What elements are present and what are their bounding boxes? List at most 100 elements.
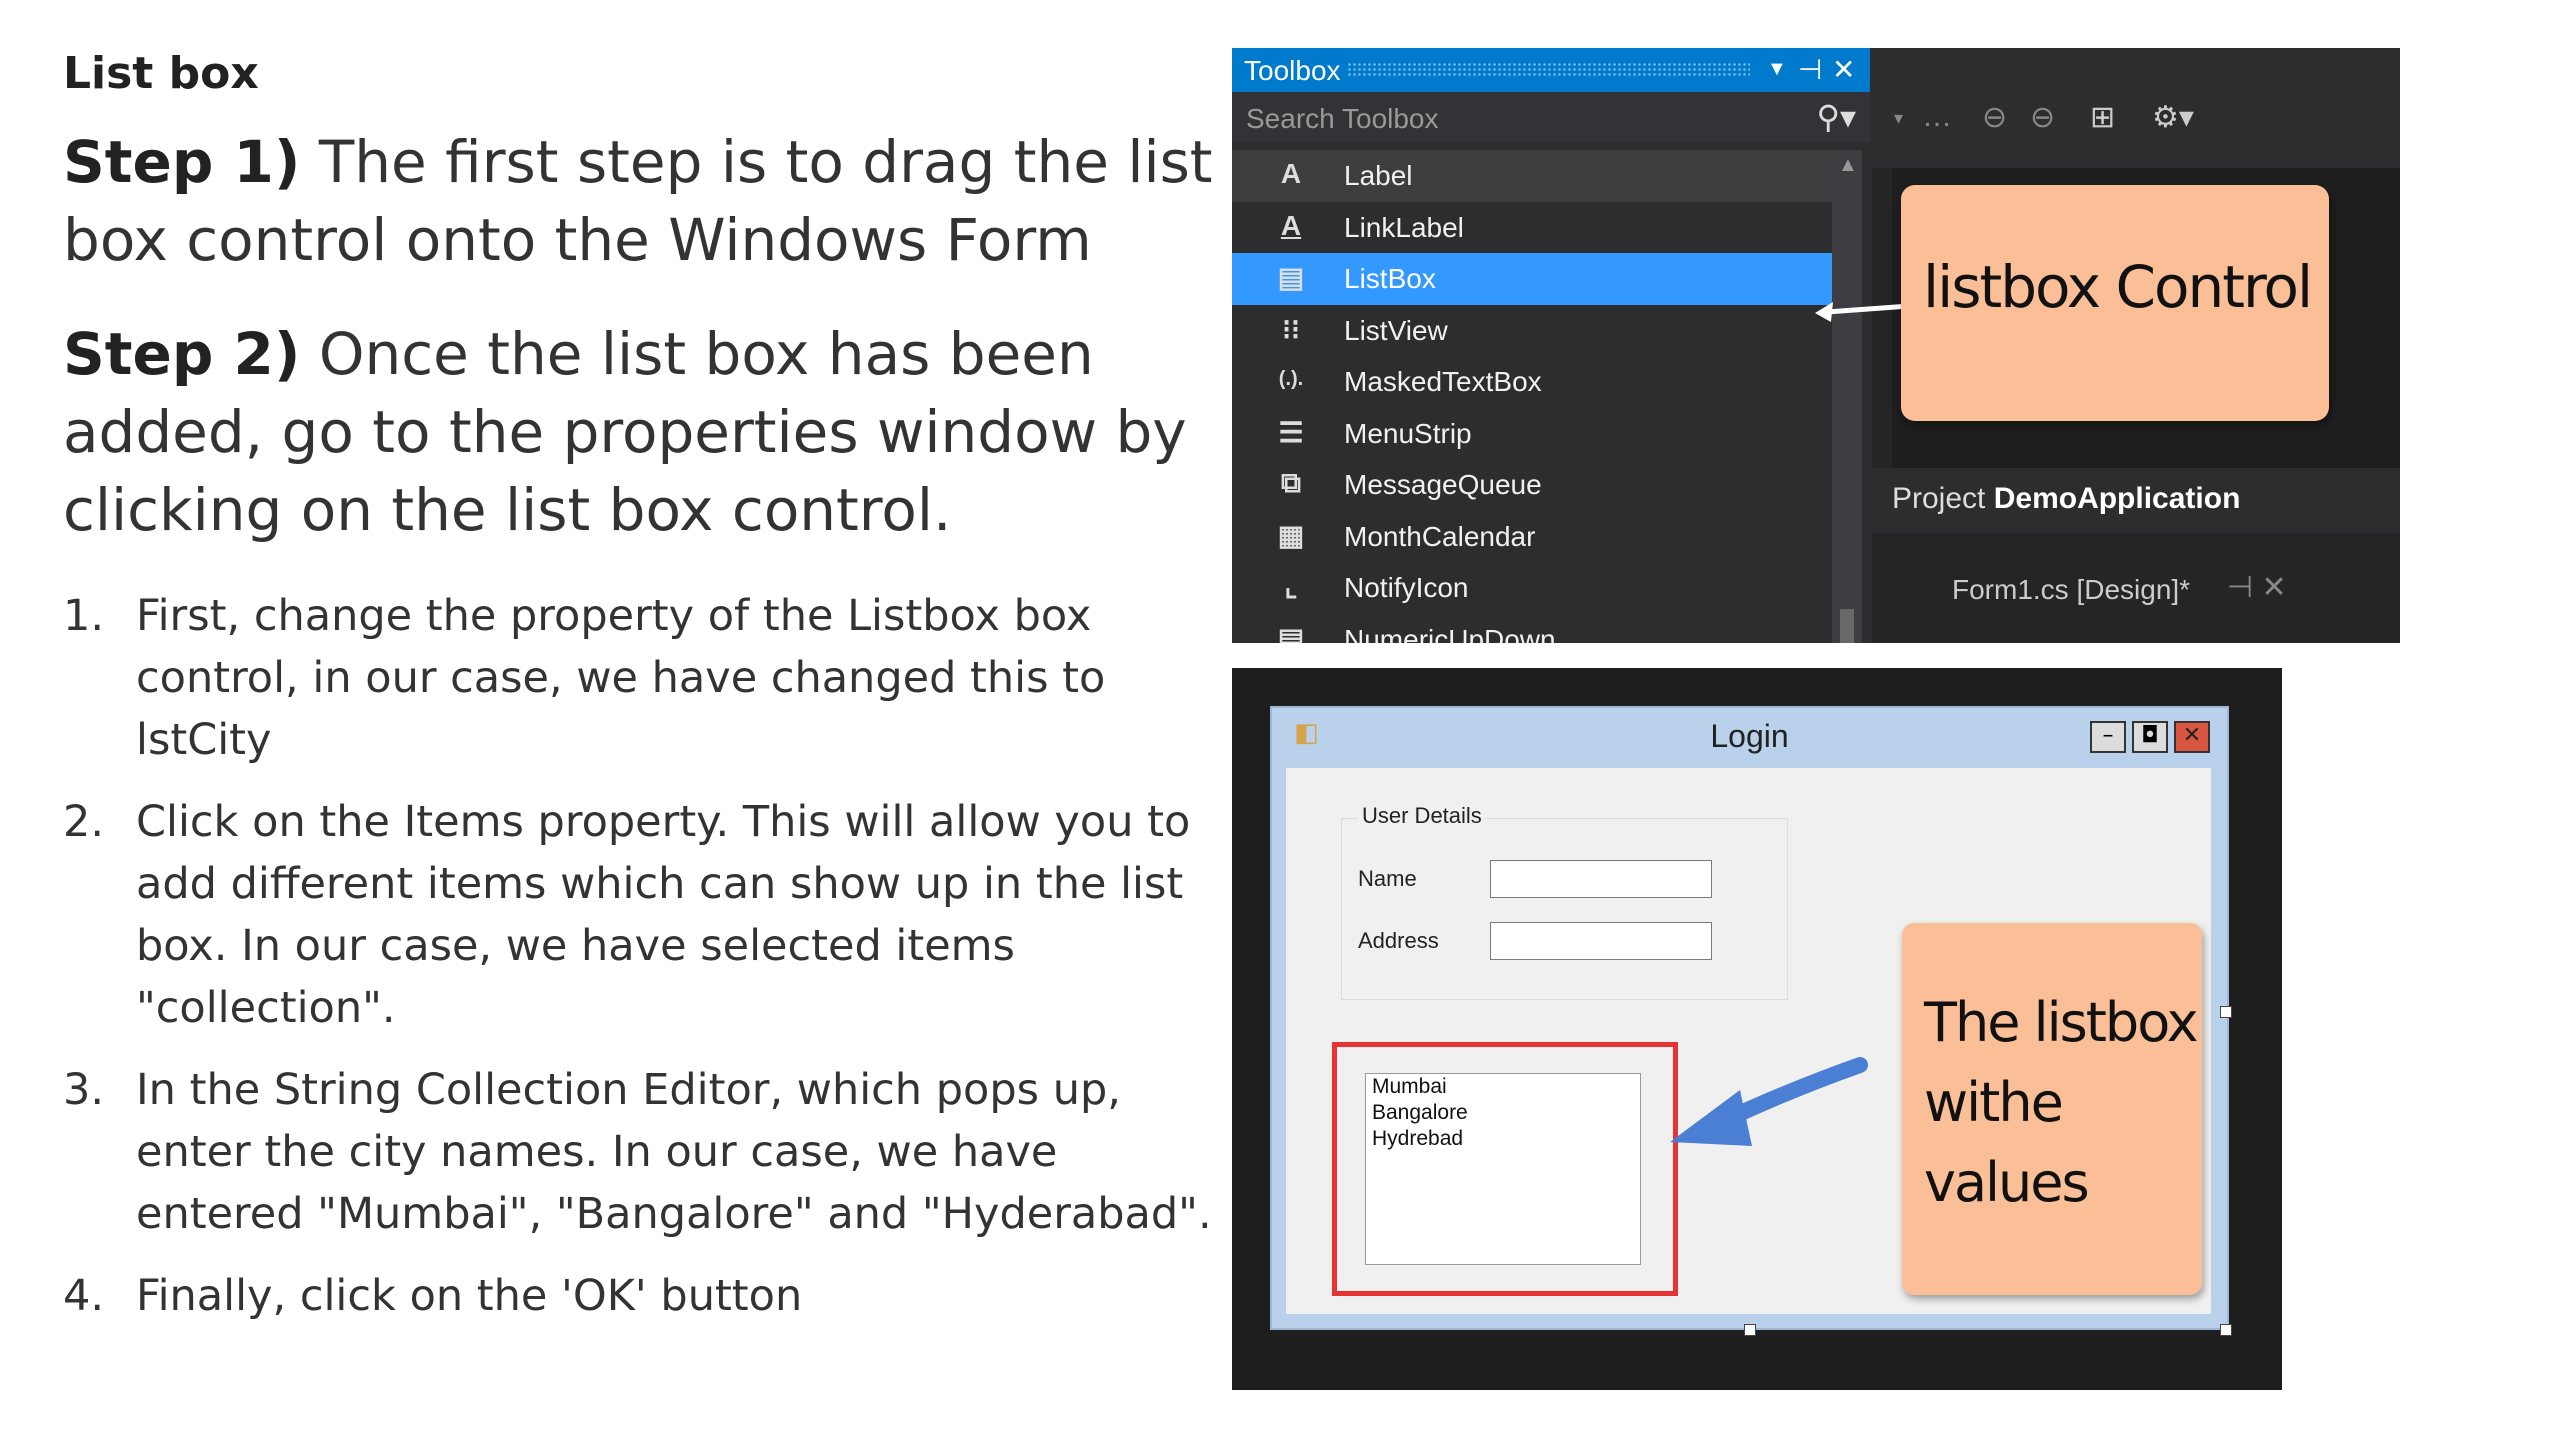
- callout-line: values: [1924, 1151, 2090, 1214]
- notifyicon-icon: ⌞: [1284, 571, 1298, 602]
- listbox-item[interactable]: Mumbai: [1372, 1074, 1634, 1100]
- toolbox-item-text: ListBox: [1344, 263, 1436, 294]
- dropdown-icon[interactable]: ▾: [1894, 108, 1903, 129]
- scroll-thumb[interactable]: [1840, 609, 1854, 643]
- toolbox-item-listview[interactable]: ⁝⁝ ListView: [1232, 305, 1842, 357]
- menustrip-icon: ☰: [1278, 416, 1304, 448]
- project-prefix: Project: [1892, 482, 1994, 515]
- gear-icon[interactable]: ⚙▾: [2152, 100, 2194, 135]
- tab-label[interactable]: Form1.cs [Design]*: [1952, 574, 2190, 606]
- forward-icon[interactable]: ⊖: [2030, 100, 2055, 135]
- label-icon: A: [1280, 158, 1302, 189]
- step-2-label: Step 2): [63, 320, 301, 388]
- window-title: Login: [1710, 718, 1789, 754]
- toolbox-item-text: MessageQueue: [1344, 469, 1542, 500]
- login-window: ◧ Login – ◘ ✕ User Details Name Address …: [1270, 706, 2229, 1330]
- toolbox-item-monthcalendar[interactable]: ▦ MonthCalendar: [1232, 511, 1842, 563]
- listbox-highlight: Mumbai Bangalore Hydrebad: [1332, 1042, 1678, 1296]
- address-field[interactable]: [1490, 922, 1712, 960]
- toolbox-item-linklabel[interactable]: A LinkLabel: [1232, 202, 1842, 254]
- listbox-item[interactable]: Hydrebad: [1372, 1126, 1634, 1152]
- toolbox-list: A Label A LinkLabel ▤ ListBox ⁝⁝ ListView (.…: [1232, 150, 1842, 643]
- step-1: Step 1) The first step is to drag the li…: [63, 123, 1213, 279]
- toolbox-item-label[interactable]: A Label: [1232, 150, 1842, 202]
- toolbox-item-listbox[interactable]: ▤ ListBox: [1232, 253, 1842, 305]
- instructions-list: 1. First, change the property of the List…: [63, 585, 1213, 1327]
- toolbox-item-text: MaskedTextBox: [1344, 366, 1542, 397]
- toolbox-item-numericupdown[interactable]: ▤ NumericUpDown: [1232, 614, 1842, 644]
- callout-arrow: [1815, 302, 1911, 322]
- list-item: 4. Finally, click on the 'OK' button: [63, 1265, 1213, 1327]
- toolbox-item-notifyicon[interactable]: ⌞ NotifyIcon: [1232, 562, 1842, 614]
- list-text: In the String Collection Editor, which p…: [136, 1065, 1212, 1239]
- messagequeue-icon: ⧉: [1281, 467, 1301, 498]
- form-client-area: User Details Name Address Mumbai Bangalo…: [1286, 768, 2211, 1314]
- designer-toolbar: ▾ … ⊖ ⊖ ⊞ ⚙▾: [1872, 48, 2400, 168]
- titlebar-grip: [1347, 62, 1750, 78]
- list-text: First, change the property of the Listbo…: [136, 591, 1106, 765]
- back-icon[interactable]: ⊖: [1982, 100, 2007, 135]
- step-1-label: Step 1): [63, 128, 301, 196]
- name-label: Name: [1358, 866, 1417, 891]
- more-icon[interactable]: …: [1922, 100, 1952, 134]
- designer-tab[interactable]: Form1.cs [Design]* ⊣ ✕: [1872, 556, 2400, 626]
- toolbox-item-maskedtextbox[interactable]: (.). MaskedTextBox: [1232, 356, 1842, 408]
- toolbox-item-text: Label: [1344, 160, 1413, 191]
- scroll-up-icon[interactable]: ▲: [1838, 154, 1858, 177]
- callout-line: The listbox: [1924, 991, 2199, 1054]
- step-2: Step 2) Once the list box has been added…: [63, 315, 1213, 549]
- toolbox-search[interactable]: Search Toolbox ⚲▾: [1232, 92, 1870, 142]
- toolbox-item-text: LinkLabel: [1344, 211, 1464, 243]
- list-text: Finally, click on the 'OK' button: [136, 1271, 803, 1321]
- address-label: Address: [1358, 928, 1439, 953]
- close-button[interactable]: ✕: [2174, 721, 2210, 753]
- toolbox-item-text: ListView: [1344, 314, 1448, 346]
- toolbox-item-messagequeue[interactable]: ⧉ MessageQueue: [1232, 459, 1842, 511]
- form-screenshot: ◧ Login – ◘ ✕ User Details Name Address …: [1232, 668, 2282, 1390]
- project-bar: Project DemoApplication: [1872, 468, 2400, 533]
- search-input[interactable]: Search Toolbox: [1246, 103, 1439, 135]
- toolbox-item-menustrip[interactable]: ☰ MenuStrip: [1232, 408, 1842, 460]
- callout-text: listbox Control: [1923, 253, 2313, 321]
- window-titlebar: ◧ Login – ◘ ✕: [1272, 708, 2227, 758]
- toolbox-item-text: NumericUpDown: [1344, 623, 1556, 644]
- list-item: 2. Click on the Items property. This will…: [63, 791, 1213, 1039]
- project-name: DemoApplication: [1993, 482, 2241, 515]
- resize-handle[interactable]: [2220, 1324, 2232, 1336]
- city-listbox[interactable]: Mumbai Bangalore Hydrebad: [1365, 1073, 1641, 1265]
- callout-text: The listbox withe values: [1924, 983, 2199, 1223]
- properties-icon[interactable]: ⊞: [2090, 100, 2115, 135]
- section-heading: List box: [63, 48, 259, 99]
- linklabel-icon: A: [1280, 209, 1302, 241]
- toolbox-scrollbar[interactable]: ▲: [1832, 150, 1862, 643]
- text-column: List box Step 1) The first step is to dr…: [63, 48, 1213, 1347]
- listbox-icon: ▤: [1277, 262, 1305, 293]
- maximize-button[interactable]: ◘: [2132, 721, 2168, 753]
- list-item: 3. In the String Collection Editor, which…: [63, 1059, 1213, 1245]
- toolbox-titlebar: Toolbox ▼ ⊣ ✕: [1232, 48, 1870, 92]
- callout-arrow: [1670, 1057, 1868, 1146]
- list-number: 1.: [63, 591, 105, 641]
- toolbox-title: Toolbox: [1244, 55, 1341, 86]
- toolbox-item-text: MenuStrip: [1344, 417, 1472, 449]
- dropdown-icon[interactable]: ▼: [1767, 58, 1787, 81]
- search-icon[interactable]: ⚲▾: [1817, 98, 1857, 136]
- list-number: 3.: [63, 1065, 105, 1115]
- maskedtextbox-icon: (.).: [1278, 368, 1304, 390]
- name-field[interactable]: [1490, 860, 1712, 898]
- minimize-button[interactable]: –: [2090, 721, 2126, 753]
- listview-icon: ⁝⁝: [1282, 313, 1300, 345]
- numericupdown-icon: ▤: [1277, 622, 1305, 644]
- list-number: 4.: [63, 1271, 105, 1321]
- list-item: 1. First, change the property of the List…: [63, 585, 1213, 771]
- resize-handle[interactable]: [1744, 1324, 1756, 1336]
- listbox-callout-note: listbox Control: [1901, 185, 2329, 421]
- listbox-item[interactable]: Bangalore: [1372, 1100, 1634, 1126]
- close-icon[interactable]: ✕: [1832, 53, 1855, 86]
- list-number: 2.: [63, 797, 105, 847]
- listbox-values-callout: The listbox withe values: [1902, 923, 2202, 1295]
- user-details-group: User Details: [1341, 803, 1788, 1000]
- resize-handle[interactable]: [2220, 1006, 2232, 1018]
- tab-close-icon[interactable]: ⊣ ✕: [2227, 570, 2287, 605]
- pin-icon[interactable]: ⊣: [1798, 53, 1822, 86]
